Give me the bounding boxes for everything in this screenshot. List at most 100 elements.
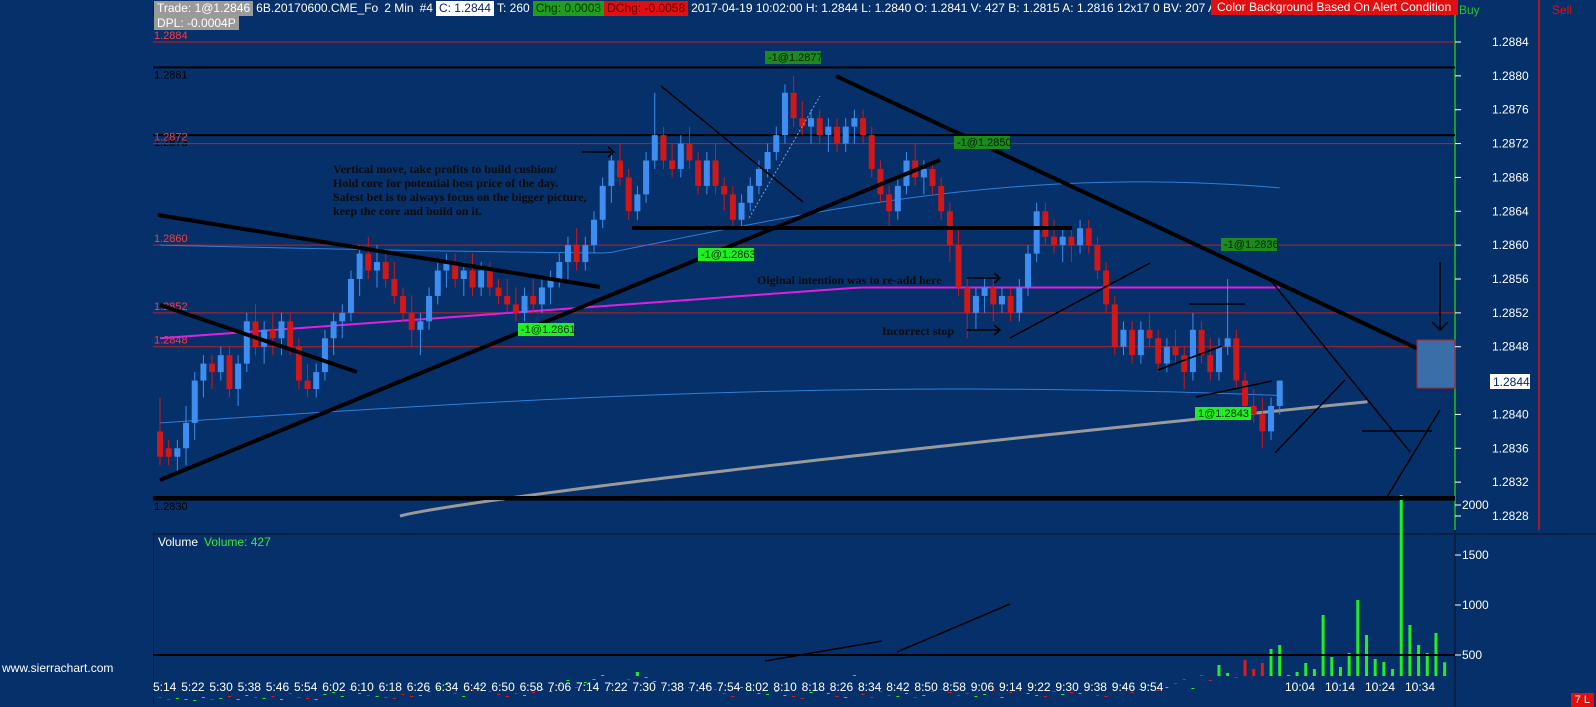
alert-condition-button[interactable]: Color Background Based On Alert Conditio… <box>1211 0 1458 15</box>
level-label: 1.2884 <box>154 30 188 42</box>
sell-column-label[interactable]: Sell <box>1552 3 1572 17</box>
price-tick-label: 1.2884 <box>1492 35 1529 49</box>
volume-bar <box>1347 653 1351 676</box>
volume-bar <box>306 698 310 699</box>
candle-body <box>808 118 814 127</box>
candle-body <box>990 287 997 305</box>
time-tick-label: 7:14 <box>576 680 600 694</box>
buy-column-label[interactable]: Buy <box>1459 3 1480 17</box>
time-tick-label: 7:54 <box>717 680 741 694</box>
candle-body <box>669 160 676 169</box>
volume-bar <box>1356 600 1360 676</box>
candle-body <box>200 363 207 381</box>
volume-bar <box>1321 615 1325 676</box>
volume-bar <box>323 694 327 695</box>
volume-bar <box>974 696 978 697</box>
volume-bar <box>1217 665 1221 676</box>
candle-body <box>183 422 190 449</box>
time-tick-label: 8:42 <box>886 680 910 694</box>
time-tick-label: 7:06 <box>548 680 572 694</box>
candle-body <box>790 92 797 119</box>
candle-body <box>712 160 719 186</box>
volume-bar <box>184 699 188 700</box>
candle-body <box>868 135 875 169</box>
time-tick-label: 10:24 <box>1365 680 1395 694</box>
time-tick-label: 6:26 <box>407 680 431 694</box>
price-tick-label: 1.2852 <box>1492 306 1529 320</box>
candle-body <box>886 194 893 212</box>
time-tick-label: 6:50 <box>491 680 515 694</box>
volume-bar <box>1078 693 1082 694</box>
trade-info: Trade: 1@1.2846 <box>154 0 254 16</box>
candle-body <box>582 245 589 263</box>
candle-body <box>1120 329 1127 347</box>
candle-body <box>1111 304 1118 347</box>
volume-bar <box>175 698 179 699</box>
volume-bar <box>731 696 735 697</box>
volume-bar <box>852 675 856 676</box>
volume-bar <box>236 699 240 700</box>
price-tick-label: 1.2836 <box>1492 441 1529 455</box>
candle-body <box>1189 329 1196 373</box>
volume-bar <box>1295 672 1299 676</box>
time-tick-label: 7:46 <box>689 680 713 694</box>
candle-body <box>1207 355 1214 373</box>
time-tick-label: 6:10 <box>350 680 374 694</box>
volume-bar <box>1373 659 1377 676</box>
time-tick-label: 6:42 <box>463 680 487 694</box>
candle-body <box>773 135 780 153</box>
volume-bar <box>792 696 796 697</box>
price-tick-label: 1.2864 <box>1492 204 1529 218</box>
time-tick-label: 5:54 <box>294 680 318 694</box>
volume-bar <box>1243 660 1247 676</box>
volume-bar <box>861 694 865 695</box>
sierrachart-link[interactable]: www.sierrachart.com <box>2 661 113 675</box>
note-line-1: Vertical move, take profits to build cus… <box>333 162 557 176</box>
candle-body <box>417 321 424 330</box>
candle-body <box>1077 228 1084 246</box>
trade-marker-label: -1@1.2877 <box>768 52 823 64</box>
volume-bar <box>800 698 804 699</box>
change: Chg: 0.0003 <box>532 0 605 16</box>
volume-bar <box>514 693 518 694</box>
candle-body <box>434 270 441 296</box>
volume-bar <box>410 696 414 697</box>
price-tick-label: 1.2872 <box>1492 137 1529 151</box>
candle-body <box>703 160 710 186</box>
volume-title: Volume <box>158 535 199 549</box>
volume-bar <box>1252 669 1256 676</box>
price-tick-label: 1.2880 <box>1492 69 1529 83</box>
volume-bar <box>401 694 405 695</box>
volume-bar <box>627 679 631 680</box>
candle-body <box>851 118 858 127</box>
volume-bar <box>1417 645 1421 676</box>
candle-body <box>339 312 346 322</box>
volume-bar <box>1391 669 1395 676</box>
candle-body <box>486 270 493 288</box>
level-label: 1.2860 <box>154 233 188 245</box>
trendline <box>896 603 1011 653</box>
candle-body <box>269 329 276 339</box>
time-tick-label: 8:50 <box>914 680 938 694</box>
interval[interactable]: 2 Min <box>381 1 416 16</box>
volume-bar <box>1312 669 1316 676</box>
candle-body <box>955 245 962 288</box>
candle-body <box>1163 346 1170 364</box>
candle-body <box>781 92 788 136</box>
time-tick-label: 6:02 <box>322 680 346 694</box>
note-incorrect-stop: Incorrect stop <box>882 324 954 338</box>
note-line-2: Hold core for potential best price of th… <box>333 176 558 190</box>
chart-canvas[interactable]: 1.28841.28811.28731.28721.28601.28521.28… <box>0 0 1596 707</box>
time-tick-label: 9:38 <box>1084 680 1108 694</box>
volume-bar <box>253 697 257 698</box>
volume-bar <box>1408 625 1412 676</box>
candle-body <box>591 219 597 246</box>
symbol[interactable]: 6B.20170600.CME_Fo <box>253 1 381 16</box>
note-readd: Oiginal intention was to re-add here <box>757 273 942 287</box>
note-line-4: keep the core and build on it. <box>333 204 482 218</box>
volume-bar <box>297 697 301 698</box>
candle-body <box>1155 338 1162 364</box>
volume-bar <box>158 697 162 698</box>
candle-body <box>530 295 537 305</box>
candle-body <box>391 279 398 296</box>
